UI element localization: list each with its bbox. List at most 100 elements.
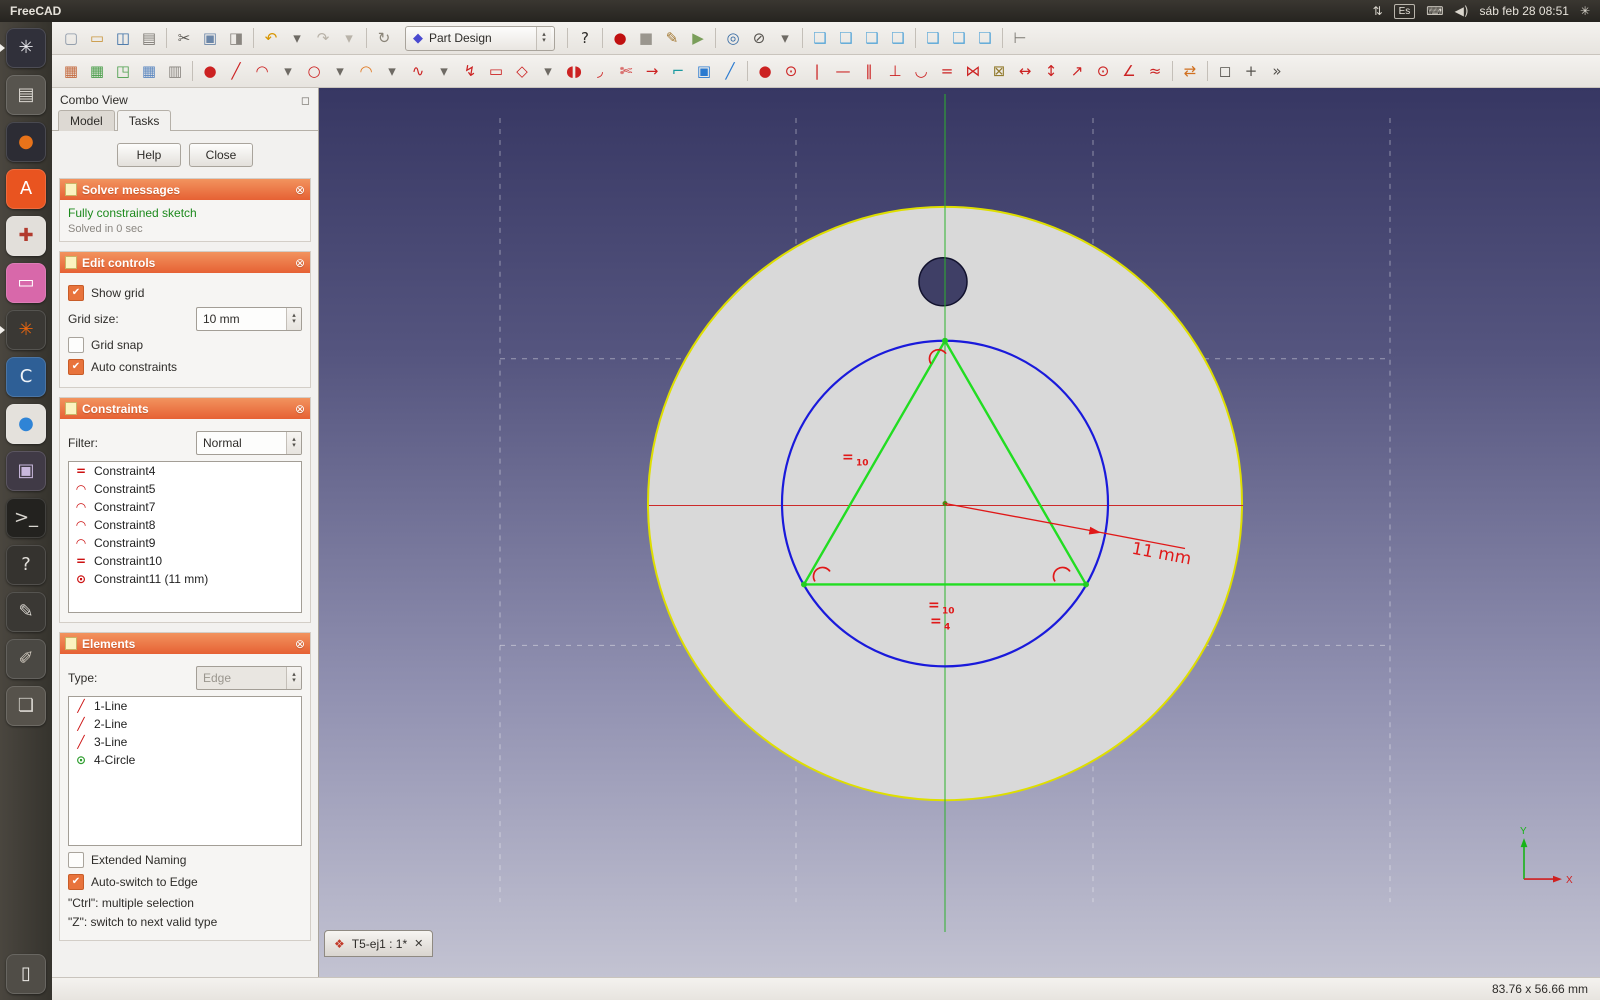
panel-float-icon[interactable]: ◻ bbox=[301, 94, 310, 107]
constraint-item[interactable]: ◠ Constraint7 bbox=[69, 498, 301, 516]
gimp-launcher[interactable]: ✐ bbox=[6, 639, 46, 679]
software-center-launcher[interactable]: A bbox=[6, 169, 46, 209]
chromium-launcher[interactable]: C bbox=[6, 357, 46, 397]
constraint-item[interactable]: ◠ Constraint8 bbox=[69, 516, 301, 534]
measure-distance-button[interactable]: ⊢ bbox=[1007, 25, 1033, 51]
help-button[interactable]: Help bbox=[117, 143, 181, 167]
create-polyline-button[interactable]: ↯ bbox=[457, 58, 483, 84]
session-gear-icon[interactable]: ✳ bbox=[1580, 4, 1590, 18]
firefox-launcher[interactable]: ● bbox=[6, 122, 46, 162]
constrain-equal-button[interactable]: = bbox=[934, 58, 960, 84]
edit-controls-header[interactable]: Edit controls bbox=[60, 252, 310, 273]
undo-button[interactable]: ↶ bbox=[258, 25, 284, 51]
constrain-angle-button[interactable]: ∠ bbox=[1116, 58, 1142, 84]
external-geometry-button[interactable]: ⌐ bbox=[665, 58, 691, 84]
auto-constraints-checkbox[interactable]: Auto constraints bbox=[68, 359, 302, 375]
create-bspline-button[interactable]: ∿ bbox=[405, 58, 431, 84]
edit-sketch-button[interactable]: ▦ bbox=[84, 58, 110, 84]
constraint-item[interactable]: = Constraint10 bbox=[69, 552, 301, 570]
leave-sketch-button[interactable]: ◳ bbox=[110, 58, 136, 84]
view-right-button[interactable]: ❑ bbox=[885, 25, 911, 51]
constrain-point-on-object-button[interactable]: ⊙ bbox=[778, 58, 804, 84]
trim-edge-button[interactable]: ✄ bbox=[613, 58, 639, 84]
browser-launcher[interactable]: ● bbox=[6, 404, 46, 444]
constrain-horizontal-distance-button[interactable]: ↔ bbox=[1012, 58, 1038, 84]
polygon-tools-menu[interactable]: ▾ bbox=[535, 58, 561, 84]
zoom-fit-all-button[interactable]: ◎ bbox=[720, 25, 746, 51]
view-front-button[interactable]: ❑ bbox=[833, 25, 859, 51]
view-bottom-button[interactable]: ❑ bbox=[946, 25, 972, 51]
volume-icon[interactable]: ◀) bbox=[1455, 4, 1469, 18]
new-document-button[interactable]: ▢ bbox=[58, 25, 84, 51]
auto-switch-checkbox[interactable]: Auto-switch to Edge bbox=[68, 874, 302, 890]
constrain-lock-button[interactable]: ⊠ bbox=[986, 58, 1012, 84]
print-button[interactable]: ▤ bbox=[136, 25, 162, 51]
section-collapse-icon[interactable] bbox=[295, 402, 305, 416]
create-line-button[interactable]: ╱ bbox=[223, 58, 249, 84]
element-item[interactable]: ╱ 2-Line bbox=[69, 715, 301, 733]
whats-this-button[interactable]: ? bbox=[572, 25, 598, 51]
constrain-vertical-distance-button[interactable]: ↕ bbox=[1038, 58, 1064, 84]
macro-play-button[interactable]: ▶ bbox=[685, 25, 711, 51]
constrain-coincident-button[interactable]: ● bbox=[752, 58, 778, 84]
carbon-copy-button[interactable]: ▣ bbox=[691, 58, 717, 84]
document-tab[interactable]: ❖ T5-ej1 : 1* ✕ bbox=[324, 930, 434, 957]
extended-naming-checkbox[interactable]: Extended Naming bbox=[68, 852, 302, 868]
create-arc-button[interactable]: ◠ bbox=[249, 58, 275, 84]
settings-gear-launcher[interactable]: ✳ bbox=[0, 310, 46, 350]
3d-viewport[interactable]: = 10 = 10 = 4 11 mm Y X ❖ T5-ej1: 1* ✕ bbox=[319, 88, 1600, 977]
close-tab-icon[interactable]: ✕ bbox=[414, 937, 423, 950]
cut-button[interactable]: ✂ bbox=[171, 25, 197, 51]
refresh-button[interactable]: ↻ bbox=[371, 25, 397, 51]
element-item[interactable]: ╱ 1-Line bbox=[69, 697, 301, 715]
tab-tasks[interactable]: Tasks bbox=[116, 110, 172, 131]
macro-edit-button[interactable]: ✎ bbox=[659, 25, 685, 51]
conic-tools-menu[interactable]: ▾ bbox=[379, 58, 405, 84]
undo-menu-button[interactable]: ▾ bbox=[284, 25, 310, 51]
workspace-switcher-launcher[interactable]: ❏ bbox=[6, 686, 46, 726]
bspline-tools-menu[interactable]: ▾ bbox=[431, 58, 457, 84]
copy-button[interactable]: ▣ bbox=[197, 25, 223, 51]
view-top-button[interactable]: ❑ bbox=[859, 25, 885, 51]
arc-tools-menu[interactable]: ▾ bbox=[275, 58, 301, 84]
constrain-refraction-button[interactable]: ≈ bbox=[1142, 58, 1168, 84]
grid-snap-checkbox[interactable]: Grid snap bbox=[68, 337, 302, 353]
constraints-header[interactable]: Constraints bbox=[60, 398, 310, 419]
view-rear-button[interactable]: ❑ bbox=[920, 25, 946, 51]
view-sketch-button[interactable]: ▦ bbox=[136, 58, 162, 84]
macro-stop-button[interactable]: ■ bbox=[633, 25, 659, 51]
constraint-item[interactable]: = Constraint4 bbox=[69, 462, 301, 480]
section-collapse-icon[interactable] bbox=[295, 637, 305, 651]
combo-arrows-icon[interactable] bbox=[286, 432, 301, 454]
element-item[interactable]: ╱ 3-Line bbox=[69, 733, 301, 751]
open-document-button[interactable]: ▭ bbox=[84, 25, 110, 51]
create-polygon-button[interactable]: ◇ bbox=[509, 58, 535, 84]
create-sketch-button[interactable]: ▦ bbox=[58, 58, 84, 84]
construction-mode-button[interactable]: ╱ bbox=[717, 58, 743, 84]
file-manager-launcher[interactable]: ▤ bbox=[6, 75, 46, 115]
create-fillet-button[interactable]: ◞ bbox=[587, 58, 613, 84]
terminal-launcher[interactable]: >_ bbox=[6, 498, 46, 538]
macro-record-button[interactable]: ● bbox=[607, 25, 633, 51]
constrain-symmetric-button[interactable]: ⋈ bbox=[960, 58, 986, 84]
constraint-filter-select[interactable]: Normal bbox=[196, 431, 302, 455]
workbench-selector[interactable]: ◆ Part Design bbox=[405, 25, 555, 51]
view-left-button[interactable]: ❑ bbox=[972, 25, 998, 51]
clock[interactable]: sáb feb 28 08:51 bbox=[1480, 4, 1569, 18]
constrain-parallel-button[interactable]: ∥ bbox=[856, 58, 882, 84]
draw-style-button[interactable]: ⊘ bbox=[746, 25, 772, 51]
text-editor-launcher[interactable]: ✎ bbox=[6, 592, 46, 632]
extend-edge-button[interactable]: → bbox=[639, 58, 665, 84]
trash-launcher[interactable]: ▯ bbox=[6, 954, 46, 994]
combo-arrows-icon[interactable] bbox=[536, 26, 551, 50]
constrain-vertical-button[interactable]: | bbox=[804, 58, 830, 84]
help-launcher[interactable]: ? bbox=[6, 545, 46, 585]
redo-button[interactable]: ↷ bbox=[310, 25, 336, 51]
map-sketch-button[interactable]: ▥ bbox=[162, 58, 188, 84]
draw-style-menu-button[interactable]: ▾ bbox=[772, 25, 798, 51]
close-button[interactable]: Close bbox=[189, 143, 253, 167]
constrain-horizontal-button[interactable]: — bbox=[830, 58, 856, 84]
solver-status[interactable]: Fully constrained sketch bbox=[68, 206, 302, 220]
show-grid-checkbox[interactable]: Show grid bbox=[68, 285, 302, 301]
network-icon[interactable]: ⇅ bbox=[1373, 4, 1383, 18]
